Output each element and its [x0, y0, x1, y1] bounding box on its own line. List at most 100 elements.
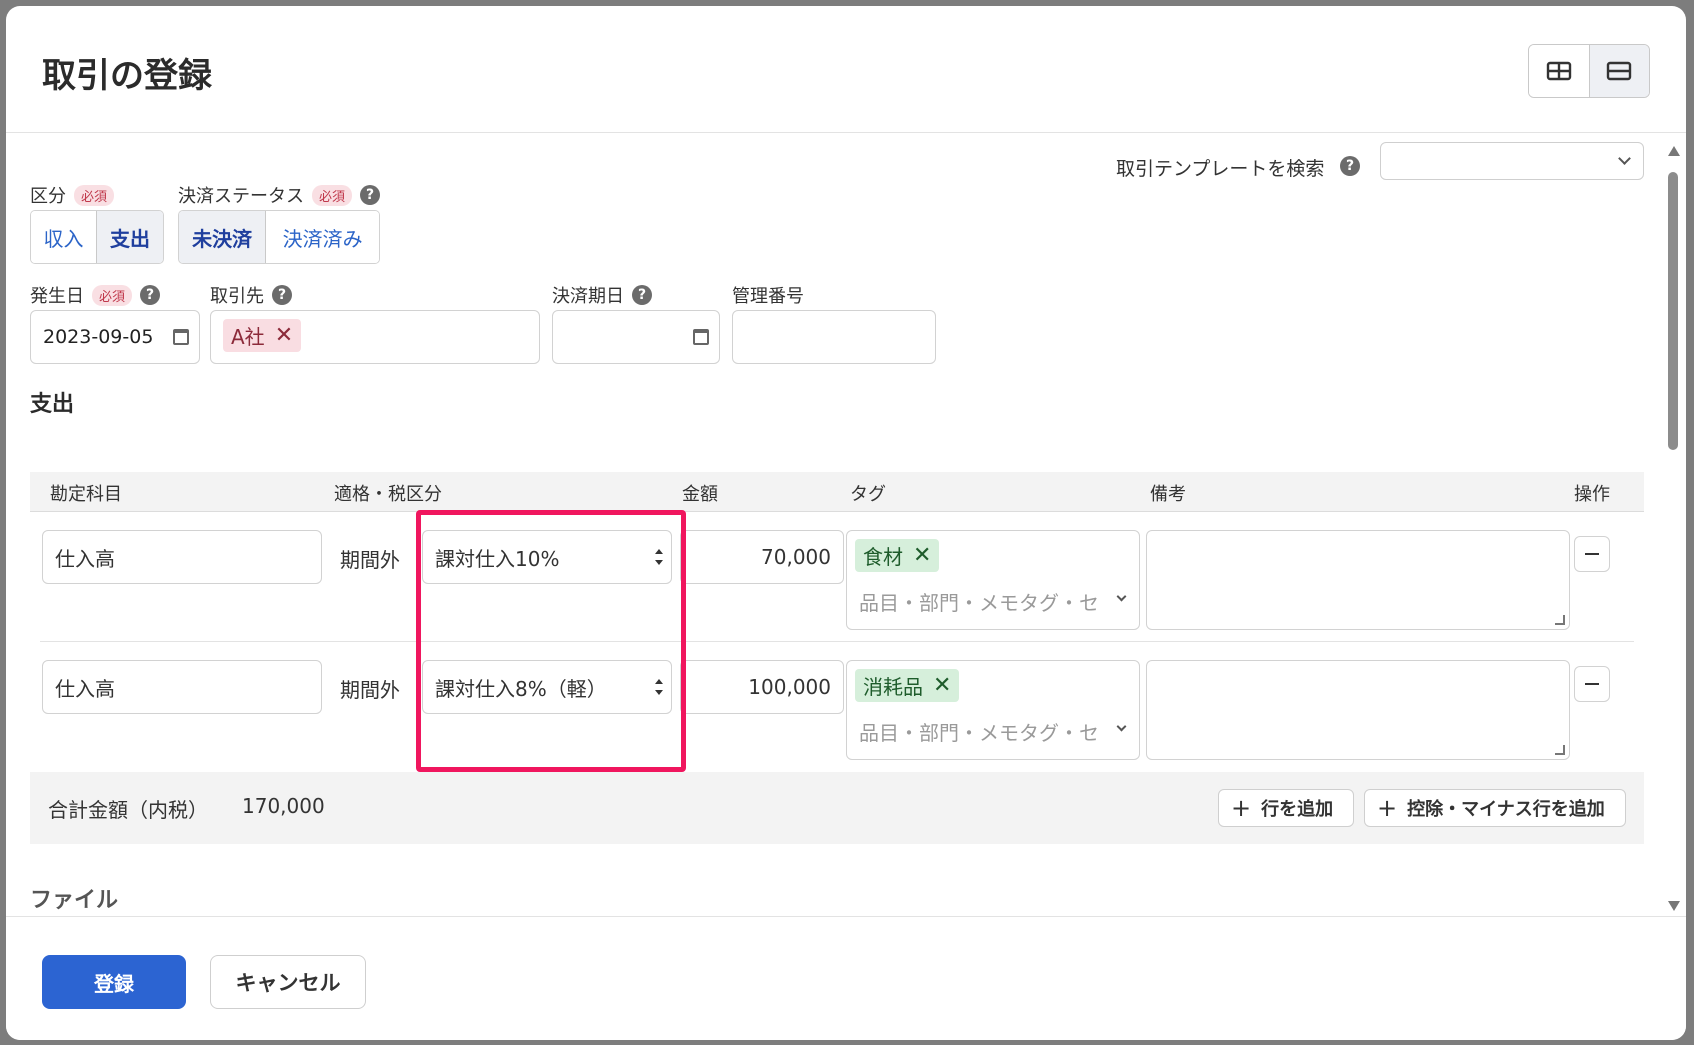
ref-number-input[interactable] [732, 310, 936, 364]
submit-button[interactable]: 登録 [42, 955, 186, 1009]
payment-status-label: 決済ステータス [178, 186, 304, 207]
scroll-down-icon[interactable] [1668, 901, 1680, 911]
view-toggle [1528, 44, 1650, 98]
category-income-option[interactable]: 収入 [31, 211, 97, 263]
scroll-thumb[interactable] [1668, 172, 1678, 450]
ref-number-label: 管理番号 [732, 286, 804, 307]
tax-category-highlight [416, 510, 686, 772]
plus-icon: + [1231, 794, 1252, 822]
due-date-label-group: 決済期日 ? [552, 282, 652, 308]
due-date-label: 決済期日 [552, 286, 624, 307]
partner-input[interactable]: A社 ✕ [210, 310, 540, 364]
total-label: 合計金額（内税） [48, 798, 208, 822]
file-section-title: ファイル [30, 888, 119, 913]
due-date-help-icon[interactable]: ? [632, 285, 652, 305]
partner-help-icon[interactable]: ? [272, 285, 292, 305]
calendar-icon[interactable] [693, 329, 709, 345]
expense-table-header: 勘定科目 適格・税区分 金額 タグ 備考 操作 [30, 472, 1644, 512]
modal-title: 取引の登録 [42, 56, 212, 96]
qualified-status: 期間外 [340, 548, 400, 572]
issue-date-label: 発生日 [30, 286, 84, 307]
required-badge: 必須 [74, 184, 115, 206]
category-label-group: 区分 必須 [30, 182, 115, 208]
category-segmented: 収入 支出 [30, 210, 164, 264]
remove-row-button[interactable] [1574, 536, 1610, 572]
template-search-label: 取引テンプレートを検索 [1116, 158, 1325, 180]
stacked-view-button[interactable] [1588, 45, 1649, 97]
issue-date-value: 2023-09-05 [43, 326, 154, 348]
partner-chip-label: A社 [231, 325, 265, 349]
template-help-icon[interactable]: ? [1340, 156, 1360, 176]
minus-icon [1585, 683, 1599, 685]
col-tags: タグ [850, 484, 886, 505]
split-view-button[interactable] [1529, 45, 1589, 97]
plus-icon: + [1377, 794, 1398, 822]
chevron-down-icon [1618, 152, 1631, 165]
note-textarea[interactable] [1146, 530, 1570, 630]
remove-icon[interactable]: ✕ [275, 324, 293, 347]
account-input[interactable]: 仕入高 [42, 530, 322, 584]
category-expense-option[interactable]: 支出 [96, 211, 163, 263]
col-tax-category: 適格・税区分 [334, 484, 442, 505]
row-divider [40, 641, 1634, 642]
tag-input[interactable]: 消耗品 ✕ 品目・部門・メモタグ・セ [846, 660, 1140, 760]
payment-status-help-icon[interactable]: ? [360, 185, 381, 205]
payment-status-segmented: 未決済 決済済み [178, 210, 380, 264]
partner-chip: A社 ✕ [223, 319, 302, 352]
add-minus-row-button[interactable]: + 控除・マイナス行を追加 [1364, 789, 1626, 827]
remove-row-button[interactable] [1574, 666, 1610, 702]
account-value: 仕入高 [55, 676, 115, 701]
required-badge: 必須 [312, 184, 353, 206]
amount-input[interactable]: 70,000 [680, 530, 844, 584]
scroll-up-icon[interactable] [1668, 146, 1680, 156]
required-badge: 必須 [92, 284, 133, 306]
tag-chip-label: 消耗品 [863, 675, 923, 699]
template-select[interactable] [1380, 142, 1644, 180]
minus-icon [1585, 553, 1599, 555]
amount-value: 70,000 [761, 545, 831, 569]
qualified-status: 期間外 [340, 678, 400, 702]
calendar-icon[interactable] [173, 329, 189, 345]
tag-input[interactable]: 食材 ✕ 品目・部門・メモタグ・セ [846, 530, 1140, 630]
ref-number-label-group: 管理番号 [732, 282, 804, 308]
add-row-button[interactable]: + 行を追加 [1218, 789, 1354, 827]
resize-handle-icon[interactable] [1555, 615, 1565, 625]
partner-label: 取引先 [210, 286, 264, 307]
payment-status-label-group: 決済ステータス 必須 ? [178, 182, 381, 208]
status-unsettled-option[interactable]: 未決済 [179, 211, 267, 263]
tag-placeholder: 品目・部門・メモタグ・セ [859, 721, 1099, 745]
tag-chip: 食材 ✕ [855, 539, 940, 572]
modal-header: 取引の登録 [6, 6, 1686, 133]
amount-value: 100,000 [748, 675, 831, 699]
total-value: 170,000 [242, 794, 325, 818]
cancel-button[interactable]: キャンセル [210, 955, 366, 1009]
expense-section-title: 支出 [30, 392, 75, 417]
partner-label-group: 取引先 ? [210, 282, 292, 308]
add-row-label: 行を追加 [1261, 799, 1334, 820]
issue-date-help-icon[interactable]: ? [140, 285, 161, 305]
resize-handle-icon[interactable] [1555, 745, 1565, 755]
modal-footer: 登録 キャンセル [6, 916, 1686, 1040]
remove-icon[interactable]: ✕ [933, 674, 951, 697]
chevron-down-icon [1116, 721, 1127, 732]
remove-icon[interactable]: ✕ [913, 544, 931, 567]
scrollbar[interactable] [1666, 146, 1680, 911]
tag-chip: 消耗品 ✕ [855, 669, 960, 702]
form-scroll-area: 取引テンプレートを検索 ? 区分 必須 収入 支出 決済ステータス 必須 ? 未… [6, 134, 1686, 916]
total-bar: 合計金額（内税） 170,000 + 行を追加 + 控除・マイナス行を追加 [30, 772, 1644, 844]
due-date-input[interactable] [552, 310, 720, 364]
col-account: 勘定科目 [50, 484, 122, 505]
note-textarea[interactable] [1146, 660, 1570, 760]
account-input[interactable]: 仕入高 [42, 660, 322, 714]
category-label: 区分 [30, 186, 66, 207]
status-settled-option[interactable]: 決済済み [266, 211, 379, 263]
add-minus-row-label: 控除・マイナス行を追加 [1407, 799, 1605, 820]
tag-chip-label: 食材 [863, 545, 903, 569]
account-value: 仕入高 [55, 546, 115, 571]
split-view-icon [1546, 61, 1571, 81]
amount-input[interactable]: 100,000 [680, 660, 844, 714]
transaction-modal: 取引の登録 取引テンプレートを検索 ? 区分 必須 収入 支出 決済ステータス … [6, 6, 1686, 1040]
issue-date-input[interactable]: 2023-09-05 [30, 310, 200, 364]
col-amount: 金額 [682, 484, 718, 505]
col-notes: 備考 [1150, 484, 1186, 505]
